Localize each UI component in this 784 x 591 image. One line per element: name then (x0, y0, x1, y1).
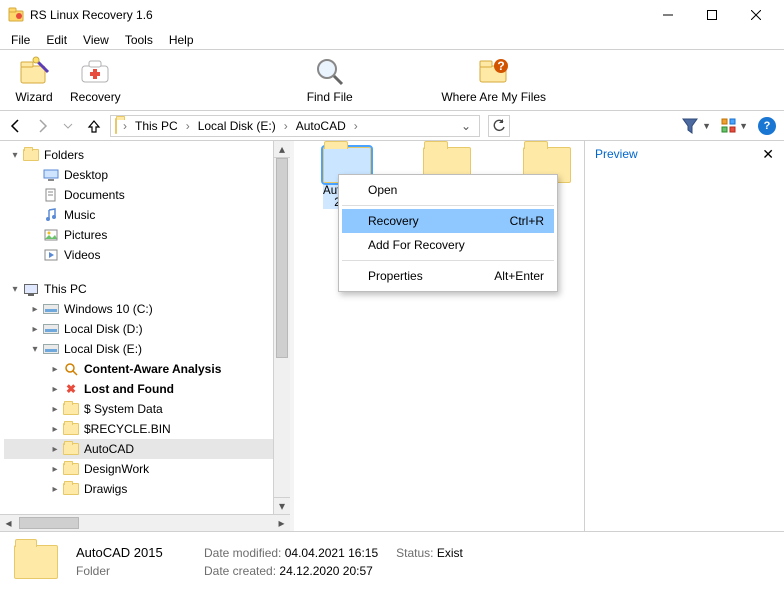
details-name: AutoCAD 2015 (76, 545, 186, 560)
view-options-button[interactable]: ▼ (721, 118, 748, 134)
where-files-button[interactable]: ? Where Are My Files (429, 50, 559, 110)
menu-bar: File Edit View Tools Help (0, 30, 784, 49)
tree-item[interactable]: Drawigs (4, 479, 273, 499)
disk-icon (43, 304, 59, 314)
medkit-icon (79, 56, 111, 88)
breadcrumb[interactable]: › This PC › Local Disk (E:) › AutoCAD › … (110, 115, 480, 137)
chevron-right-icon: › (121, 119, 129, 133)
context-recovery[interactable]: RecoveryCtrl+R (342, 209, 554, 233)
vertical-scrollbar[interactable]: ▴ ▾ (273, 141, 290, 531)
menu-help[interactable]: Help (161, 31, 202, 49)
up-button[interactable] (86, 118, 102, 134)
context-properties[interactable]: PropertiesAlt+Enter (342, 264, 554, 288)
folder-question-icon: ? (478, 56, 510, 88)
desktop-icon (42, 169, 60, 181)
tree-item[interactable]: Documents (4, 185, 273, 205)
breadcrumb-item[interactable]: AutoCAD (294, 119, 348, 133)
context-menu: Open RecoveryCtrl+R Add For Recovery Pro… (338, 174, 558, 292)
tree-item[interactable]: DesignWork (4, 459, 273, 479)
tree-drive[interactable]: Local Disk (E:) (4, 339, 273, 359)
menu-file[interactable]: File (3, 31, 38, 49)
close-preview-button[interactable]: ✕ (762, 147, 774, 161)
tree-item[interactable]: Pictures (4, 225, 273, 245)
history-dropdown[interactable] (60, 118, 76, 134)
window-title: RS Linux Recovery 1.6 (30, 8, 646, 22)
document-icon (42, 188, 60, 202)
videos-icon (42, 249, 60, 261)
menu-view[interactable]: View (75, 31, 117, 49)
address-bar: › This PC › Local Disk (E:) › AutoCAD › … (0, 111, 784, 141)
find-file-button[interactable]: Find File (299, 50, 361, 110)
search-icon (62, 362, 80, 376)
toolbar: Wizard Recovery Find File ? Where Are My… (0, 49, 784, 111)
music-icon (42, 208, 60, 222)
breadcrumb-item[interactable]: This PC (133, 119, 180, 133)
refresh-button[interactable] (488, 115, 510, 137)
breadcrumb-item[interactable]: Local Disk (E:) (196, 119, 278, 133)
disk-icon (43, 344, 59, 354)
tree-item[interactable]: Desktop (4, 165, 273, 185)
filter-button[interactable]: ▼ (682, 118, 711, 134)
folder-icon (14, 545, 58, 579)
menu-edit[interactable]: Edit (38, 31, 75, 49)
svg-text:?: ? (497, 59, 504, 73)
folder-tree-panel: Folders Desktop Documents Music Pictures… (0, 141, 290, 531)
tree-item[interactable]: Content-Aware Analysis (4, 359, 273, 379)
tree-item[interactable]: $RECYCLE.BIN (4, 419, 273, 439)
context-add-for-recovery[interactable]: Add For Recovery (342, 233, 554, 257)
wand-icon (18, 56, 50, 88)
x-icon: ✖ (62, 383, 80, 395)
back-button[interactable] (8, 118, 24, 134)
tree-item-selected[interactable]: AutoCAD (4, 439, 273, 459)
tree-drive[interactable]: Windows 10 (C:) (4, 299, 273, 319)
wizard-button[interactable]: Wizard (6, 50, 62, 110)
minimize-button[interactable] (646, 0, 690, 30)
close-button[interactable] (734, 0, 778, 30)
details-created: 24.12.2020 20:57 (279, 564, 372, 578)
details-modified: 04.04.2021 16:15 (285, 546, 378, 560)
menu-tools[interactable]: Tools (117, 31, 161, 49)
scrollbar-thumb[interactable] (276, 158, 288, 358)
folder-icon (115, 119, 117, 133)
tree-item[interactable]: ✖Lost and Found (4, 379, 273, 399)
pictures-icon (42, 229, 60, 241)
tree-drive[interactable]: Local Disk (D:) (4, 319, 273, 339)
app-icon (8, 7, 24, 23)
details-bar: AutoCAD 2015 Folder Date modified: 04.04… (0, 531, 784, 591)
preview-title: Preview (595, 147, 638, 161)
pc-icon (24, 284, 38, 294)
tree-root-folders[interactable]: Folders (4, 145, 273, 165)
recovery-button[interactable]: Recovery (62, 50, 129, 110)
horizontal-scrollbar[interactable]: ◂▸ (0, 514, 290, 531)
magnifier-icon (314, 56, 346, 88)
help-button[interactable]: ? (758, 117, 776, 135)
disk-icon (43, 324, 59, 334)
tree-this-pc[interactable]: This PC (4, 279, 273, 299)
preview-panel: Preview ✕ (584, 141, 784, 531)
chevron-down-icon[interactable]: ⌄ (457, 119, 475, 133)
tree-item[interactable]: Videos (4, 245, 273, 265)
title-bar: RS Linux Recovery 1.6 (0, 0, 784, 30)
tree-item[interactable]: $ System Data (4, 399, 273, 419)
details-type: Folder (76, 564, 186, 578)
tree-item[interactable]: Music (4, 205, 273, 225)
maximize-button[interactable] (690, 0, 734, 30)
context-open[interactable]: Open (342, 178, 554, 202)
details-status: Exist (437, 546, 463, 560)
forward-button[interactable] (34, 118, 50, 134)
